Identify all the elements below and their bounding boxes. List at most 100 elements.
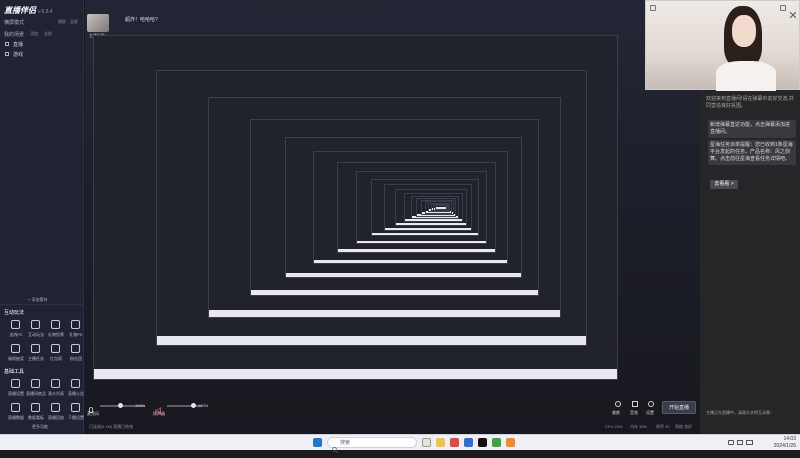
tool-icon[interactable] [51,379,60,388]
stat-memory: 内存 35% [630,424,648,429]
tool-icon[interactable] [31,403,40,412]
tool-label: 粉丝团 [70,356,82,361]
beauty-button[interactable]: 美颜 [612,410,620,416]
tool-label: 直播数据 [8,415,24,420]
nested-taskbar [157,336,586,345]
nested-taskbar [372,233,478,236]
my-scenes-all[interactable]: 全部 [44,31,52,37]
tool-label: 礼物PK [69,332,83,337]
nested-taskbar [385,227,472,230]
nested-taskbar [208,310,560,317]
battery-icon[interactable] [746,440,753,445]
tool-icon[interactable] [51,344,60,353]
my-scenes-add[interactable]: 添加 [30,31,38,37]
speaker-value: 100% [198,403,209,408]
stat-fps: 帧率 30 [656,424,670,429]
settings-button[interactable]: 设置 [646,410,654,416]
interaction-panel: 欢迎来到直播间!请在弹幕中友好交流,共同营造良好氛围。 新增弹幕直达功能，点击弹… [645,0,800,434]
tool-label: 主播任务 [28,356,44,361]
go-see-button[interactable]: 去看看 > [710,180,738,189]
microphone-value: 100% [135,403,146,408]
nested-taskbar [94,368,617,379]
clock-time[interactable]: 14:03 [770,436,796,442]
tool-icon[interactable] [11,320,20,329]
tool-icon[interactable] [31,320,40,329]
nested-taskbar [435,206,447,209]
tool-icon[interactable] [71,344,80,353]
tool-icon[interactable] [71,320,80,329]
nested-preview-frame [434,205,448,210]
sidebar-item-live[interactable]: 直播 [3,40,81,49]
tool-icon[interactable] [51,320,60,329]
tool-label: 福袋抽奖 [8,356,24,361]
app-logo: 直播伴侣 v.6.8.4 [4,6,53,15]
wifi-icon[interactable] [728,440,734,445]
maximize-icon[interactable] [780,5,786,11]
beauty-icon [615,401,621,407]
nested-taskbar [404,219,462,222]
scene-mode-toggle-landscape[interactable]: 横屏 [58,19,66,25]
windows-taskbar: 搜索 14:03 2024/1/26 [0,434,800,454]
nested-taskbar [356,240,486,243]
close-icon[interactable] [789,5,797,19]
tool-label: 下播设置 [68,415,84,420]
divider [0,304,84,305]
nested-taskbar [251,289,539,295]
microphone-label: 麦克风 [87,411,99,416]
scene-mode-toggle-portrait[interactable]: 竖屏 [70,19,78,25]
start-live-button[interactable]: 开始直播 [662,401,696,414]
volume-icon[interactable] [737,440,743,445]
folder-icon[interactable] [436,438,445,447]
tool-icon[interactable] [11,403,20,412]
tool-icon[interactable] [11,344,20,353]
stat-network: 网络 良好 [675,424,693,429]
browser-icon[interactable] [422,438,431,447]
search-icon [332,440,339,458]
tool-icon[interactable] [11,379,20,388]
tool-icon[interactable] [51,403,60,412]
nested-taskbar [285,272,522,278]
pin-icon[interactable] [650,5,656,11]
camera-preview[interactable] [645,0,800,91]
speaker-slider-knob[interactable] [191,403,196,408]
tool-label: 直播公告 [68,391,84,396]
tool-icon[interactable] [71,403,80,412]
tool-icon[interactable] [31,344,40,353]
tool-label: 直播设置 [8,391,24,396]
search-input[interactable]: 搜索 [327,437,417,454]
clock-date[interactable]: 2024/1/26 [766,443,796,449]
avatar[interactable] [87,14,109,32]
tool-label: 礼物投票 [48,332,64,337]
tool-icon[interactable] [31,379,40,388]
tool-label: 连线PK [9,332,23,337]
mail-icon[interactable] [464,438,473,447]
my-scenes-title: 我的场景 [4,32,25,38]
speaker-slider[interactable] [167,405,202,407]
audio-effect-button[interactable]: 音效 [630,410,638,416]
game-icon[interactable] [492,438,501,447]
gear-icon [648,401,654,407]
microphone-slider-knob[interactable] [118,403,123,408]
person-face [732,15,756,47]
tool-label: 直播间商品 [26,391,46,396]
bottom-status: 已连接|5.7M| 直播已结束 [89,424,134,429]
scene-icon [5,42,9,46]
sidebar-item-label: 游戏 [13,52,24,58]
music-icon[interactable] [478,438,487,447]
sidebar-item-game[interactable]: 游戏 [3,50,81,59]
notice-new-feature: 新增弹幕直达功能，点击弹幕添加进直播间。 [708,120,796,138]
windows-icon[interactable] [313,438,322,447]
chat-icon[interactable] [506,438,515,447]
sidebar-item-label: 直播 [13,42,24,48]
scene-mode-label[interactable]: 横屏模式 [4,19,24,26]
tool-label: 红包雨 [50,356,62,361]
tool-label: 数据看板 [28,415,44,420]
nested-taskbar [337,249,496,252]
store-icon[interactable] [450,438,459,447]
more-features-button[interactable]: 更多功能 [32,424,48,430]
interaction-title: 互动玩法 [4,310,25,316]
add-material-button[interactable]: + 添加素材 [28,297,47,303]
tool-label: 互动玩法 [28,332,44,337]
tool-icon[interactable] [71,379,80,388]
stream-title[interactable]: 超炸！哈哈哈? [125,17,158,24]
